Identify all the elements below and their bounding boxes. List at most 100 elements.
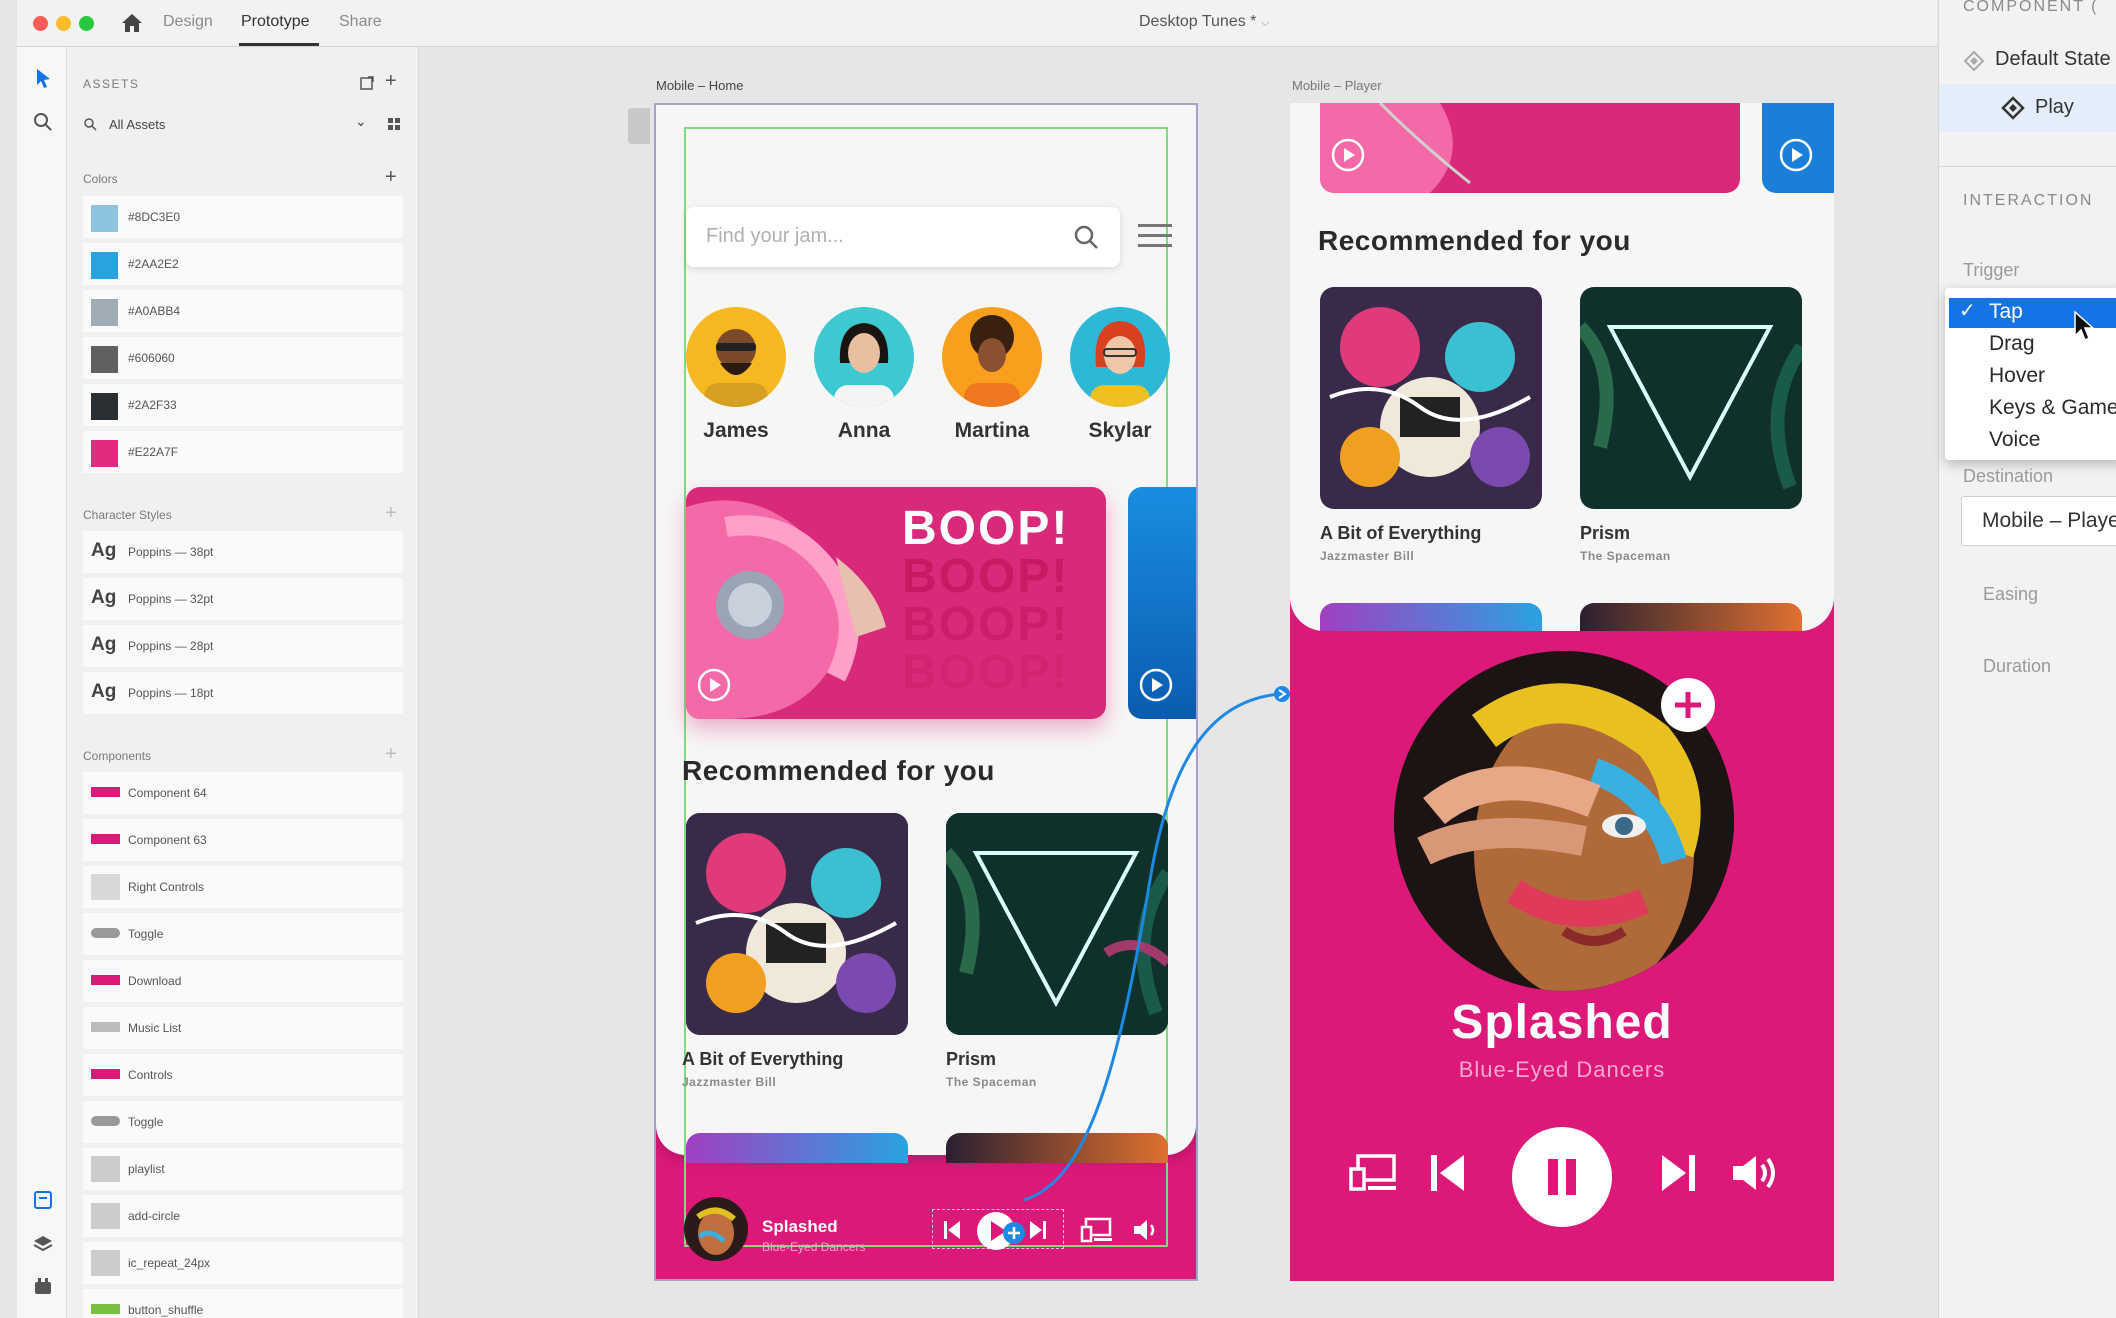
player-album-art-1[interactable] (1320, 287, 1542, 509)
trigger-option-keys-gamepad[interactable]: Keys & Gamepad (1989, 396, 2116, 420)
devices-icon[interactable] (1348, 1153, 1398, 1193)
destination-select[interactable]: Mobile – Player (1961, 496, 2116, 546)
trigger-option-hover[interactable]: Hover (1989, 364, 2045, 388)
search-bar[interactable]: Find your jam... (686, 207, 1120, 267)
character-style-label: Poppins — 32pt (128, 592, 214, 606)
character-style-label: Poppins — 28pt (128, 639, 214, 653)
tab-design[interactable]: Design (163, 13, 213, 31)
album-art-bit-of-everything[interactable] (686, 813, 908, 1035)
search-icon[interactable] (1072, 223, 1100, 251)
artboard-label-home[interactable]: Mobile – Home (656, 78, 743, 93)
component-row[interactable]: add-circle (83, 1195, 403, 1237)
color-hex-label: #606060 (128, 351, 175, 365)
tab-prototype[interactable]: Prototype (241, 13, 309, 31)
play-circle-icon[interactable] (1778, 137, 1814, 173)
character-style-row[interactable]: Ag Poppins — 32pt (83, 578, 403, 620)
state-default[interactable]: Default State (1995, 48, 2111, 71)
assets-filter[interactable]: All Assets ⌄ (83, 109, 403, 139)
avatar-james[interactable] (686, 307, 786, 407)
zoom-window-button[interactable] (79, 16, 94, 31)
hamburger-menu-icon[interactable] (1138, 221, 1172, 251)
component-label: Component 64 (128, 786, 207, 800)
add-interaction-icon[interactable] (1002, 1221, 1026, 1245)
component-row[interactable]: Toggle (83, 913, 403, 955)
component-row[interactable]: ic_repeat_24px (83, 1242, 403, 1284)
component-row[interactable]: Controls (83, 1054, 403, 1096)
component-thumbnail (91, 1250, 120, 1276)
interaction-wire[interactable] (1010, 680, 1300, 1220)
component-row[interactable]: Component 63 (83, 819, 403, 861)
minimize-window-button[interactable] (56, 16, 71, 31)
tool-rail (17, 47, 67, 1318)
state-play-row[interactable]: Play (1939, 84, 2116, 132)
add-component-button[interactable]: + (385, 744, 397, 764)
avatar-martina[interactable] (942, 307, 1042, 407)
pause-button[interactable] (1512, 1127, 1612, 1227)
component-label: Component 63 (128, 833, 207, 847)
component-row[interactable]: Right Controls (83, 866, 403, 908)
tab-share[interactable]: Share (339, 13, 382, 31)
character-style-row[interactable]: Ag Poppins — 28pt (83, 625, 403, 667)
player-album-title-2: Prism (1580, 523, 1631, 543)
add-color-button[interactable]: + (385, 167, 397, 187)
document-title[interactable]: Desktop Tunes * ⌵ (1139, 13, 1269, 31)
color-swatch-row[interactable]: #606060 (83, 337, 403, 379)
grid-view-icon[interactable] (387, 117, 401, 131)
color-swatch-row[interactable]: #2A2F33 (83, 384, 403, 426)
export-icon[interactable] (359, 75, 375, 91)
select-tool-icon[interactable] (32, 67, 54, 89)
artboard-mobile-player[interactable]: Recommended for you A Bit of Everything … (1290, 103, 1834, 1281)
character-style-sample: Ag (91, 587, 117, 608)
avatar-anna[interactable] (814, 307, 914, 407)
close-window-button[interactable] (33, 16, 48, 31)
play-circle-icon[interactable] (696, 667, 732, 703)
component-row[interactable]: Download (83, 960, 403, 1002)
character-style-row[interactable]: Ag Poppins — 38pt (83, 531, 403, 573)
component-row[interactable]: playlist (83, 1148, 403, 1190)
component-row[interactable]: Toggle (83, 1101, 403, 1143)
add-asset-button[interactable]: + (385, 71, 397, 91)
volume-icon[interactable] (1132, 1217, 1160, 1243)
add-circle-icon[interactable] (1660, 677, 1716, 733)
featured-card-boop-top[interactable] (1320, 103, 1740, 193)
color-hex-label: #A0ABB4 (128, 304, 181, 318)
search-input[interactable]: Find your jam... (706, 225, 844, 248)
previous-icon[interactable] (942, 1219, 962, 1241)
color-swatch-row[interactable]: #A0ABB4 (83, 290, 403, 332)
layers-icon[interactable] (32, 1233, 54, 1255)
wire-endpoint-icon[interactable] (1274, 686, 1290, 702)
component-row[interactable]: Music List (83, 1007, 403, 1049)
add-character-style-button[interactable]: + (385, 503, 397, 523)
artboard-label-player[interactable]: Mobile – Player (1292, 78, 1382, 93)
martina-photo (964, 315, 1020, 407)
home-artboard-marker[interactable] (628, 108, 650, 144)
play-circle-icon[interactable] (1330, 137, 1366, 173)
player-album-art-2[interactable] (1580, 287, 1802, 509)
component-row[interactable]: Component 64 (83, 772, 403, 814)
trigger-option-drag[interactable]: Drag (1989, 332, 2035, 356)
color-swatch-row[interactable]: #8DC3E0 (83, 196, 403, 238)
featured-card-next-top[interactable] (1762, 103, 1834, 193)
home-icon[interactable] (120, 11, 144, 35)
character-style-label: Poppins — 18pt (128, 686, 214, 700)
trigger-option-voice[interactable]: Voice (1989, 428, 2040, 452)
next-icon[interactable] (1028, 1219, 1048, 1241)
zoom-tool-icon[interactable] (32, 111, 54, 133)
avatar-skylar[interactable] (1070, 307, 1170, 407)
character-style-row[interactable]: Ag Poppins — 18pt (83, 672, 403, 714)
album-title-1: A Bit of Everything (682, 1049, 844, 1069)
next-icon[interactable] (1658, 1151, 1698, 1195)
volume-icon[interactable] (1730, 1153, 1780, 1193)
component-label: add-circle (128, 1209, 181, 1223)
color-swatch-row[interactable]: #2AA2E2 (83, 243, 403, 285)
plugins-icon[interactable] (32, 1275, 54, 1297)
previous-icon[interactable] (1428, 1151, 1468, 1195)
mouse-cursor-icon (2074, 310, 2095, 342)
devices-icon[interactable] (1080, 1217, 1114, 1243)
trigger-option-tap[interactable]: Tap (1989, 300, 2023, 324)
assets-panel-icon[interactable] (32, 1189, 54, 1211)
person-name-martina: Martina (954, 419, 1030, 442)
chevron-down-icon[interactable]: ⌄ (355, 113, 367, 130)
color-swatch-row[interactable]: #E22A7F (83, 431, 403, 473)
component-row[interactable]: button_shuffle (83, 1289, 403, 1318)
